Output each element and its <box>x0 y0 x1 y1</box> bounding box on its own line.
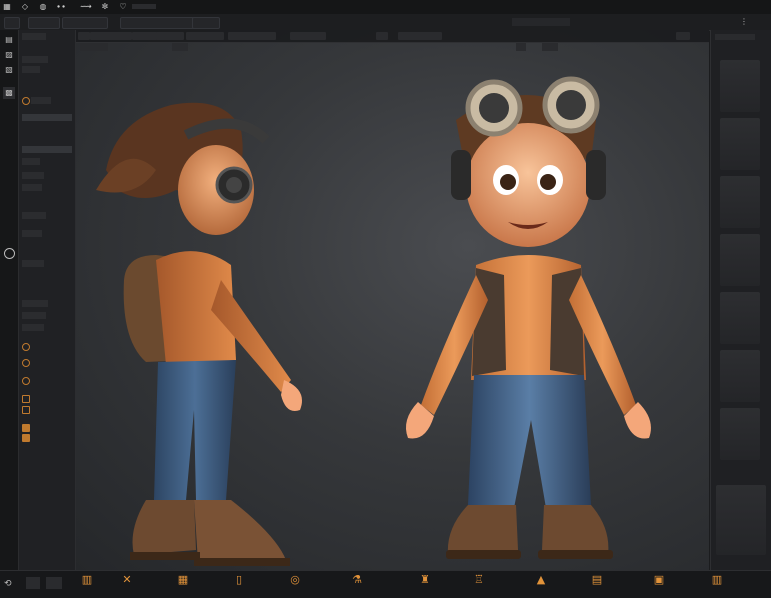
viewport-tab[interactable] <box>186 32 224 40</box>
outliner-row[interactable] <box>22 300 48 307</box>
outliner-header <box>22 33 46 40</box>
sculpt-tool-button[interactable]: ⚗ <box>330 573 384 596</box>
target-tool-button[interactable]: ◎ <box>268 573 322 596</box>
rig-icon: ▥ <box>81 573 93 586</box>
stack-tool-button[interactable]: ▣ <box>632 573 686 596</box>
wand-icon[interactable]: ⟿ <box>78 2 94 12</box>
frame-counter[interactable] <box>192 17 220 29</box>
animation-tool-button[interactable]: ♖ <box>452 573 506 596</box>
asset-thumbnail[interactable] <box>720 292 760 344</box>
outliner-row[interactable] <box>22 184 42 191</box>
orbit-icon[interactable]: ⟲ <box>4 579 12 589</box>
viewport-tab[interactable] <box>90 32 132 40</box>
viewport-tab[interactable] <box>398 32 442 40</box>
viewport-header <box>76 30 709 43</box>
viewport-tab[interactable] <box>156 32 184 40</box>
animation-icon: ♖ <box>474 573 484 586</box>
viewport-tab[interactable] <box>290 32 326 40</box>
asset-thumbnail[interactable] <box>720 60 760 112</box>
object-icon[interactable] <box>22 359 30 367</box>
character-icon: ♜ <box>420 573 430 586</box>
mode-toggle[interactable]: ∙∙ <box>56 2 66 12</box>
doc-icon: ▤ <box>591 573 603 586</box>
character-side-view[interactable] <box>86 80 316 570</box>
viewport-tab[interactable] <box>676 32 690 40</box>
asset-panel-header <box>715 34 755 40</box>
object-icon[interactable] <box>22 406 30 414</box>
menu-bar: ⋮ <box>0 14 771 31</box>
viewport-sub-label <box>172 43 188 51</box>
outliner-row[interactable] <box>22 66 40 73</box>
layers-icon: ▥ <box>711 573 723 586</box>
graph-icon[interactable]: ▨ <box>3 49 15 61</box>
outliner-row-selected[interactable] <box>22 146 72 153</box>
object-icon[interactable] <box>22 395 30 403</box>
scene-icon[interactable]: ▩ <box>3 87 15 99</box>
asset-thumbnail[interactable] <box>720 350 760 402</box>
export-tool-button[interactable]: ▲ <box>514 573 568 596</box>
status-box <box>26 577 40 589</box>
outliner-row[interactable] <box>22 230 42 237</box>
character-front-view[interactable] <box>386 50 676 570</box>
asset-thumbnail[interactable] <box>720 176 760 228</box>
asset-preview[interactable] <box>716 485 766 555</box>
brush-tool-button[interactable]: ▦ <box>156 573 210 596</box>
outliner-row[interactable] <box>22 324 44 331</box>
viewport-tab[interactable] <box>376 32 388 40</box>
heart-icon[interactable]: ♡ <box>118 2 128 12</box>
node-icon[interactable]: ▧ <box>3 64 15 76</box>
menu-item[interactable] <box>28 17 60 29</box>
gear-icon[interactable]: ✼ <box>100 2 110 12</box>
outliner-row[interactable] <box>22 172 44 179</box>
phone-icon: ▯ <box>235 573 243 586</box>
object-icon[interactable] <box>22 343 30 351</box>
phone-tool-button[interactable]: ▯ <box>212 573 266 596</box>
menu-item[interactable] <box>62 17 108 29</box>
target-icon: ◎ <box>290 573 300 586</box>
outliner-panel <box>19 30 76 570</box>
outliner-row[interactable] <box>31 97 51 104</box>
export-icon: ▲ <box>536 573 546 586</box>
diamond-icon[interactable]: ◇ <box>20 2 30 12</box>
viewport-title <box>512 18 570 26</box>
project-title <box>132 4 156 9</box>
window-menu-icon[interactable]: ⋮ <box>740 17 748 27</box>
viewport-tab[interactable] <box>78 32 90 40</box>
asset-panel <box>710 30 771 570</box>
outliner-row[interactable] <box>22 56 48 63</box>
outliner-row[interactable] <box>22 260 44 267</box>
doc-tool-button[interactable]: ▤ <box>570 573 624 596</box>
cross-tool-button[interactable]: ✕ <box>100 573 154 596</box>
menu-toggle[interactable] <box>4 17 20 29</box>
grid-icon[interactable]: ▦ <box>2 2 12 12</box>
palette-icon[interactable]: ◍ <box>38 2 48 12</box>
layers-tool-button[interactable]: ▥ <box>690 573 744 596</box>
viewport-sub-label <box>80 43 108 51</box>
top-bar: ▦ ◇ ◍ ∙∙ ⟿ ✼ ♡ <box>0 0 771 15</box>
menu-item[interactable] <box>120 17 196 29</box>
outliner-row[interactable] <box>22 212 46 219</box>
object-icon[interactable] <box>22 424 30 432</box>
asset-thumbnail[interactable] <box>720 118 760 170</box>
object-icon[interactable] <box>22 97 30 105</box>
brush-icon: ▦ <box>177 573 189 586</box>
circle-select-icon[interactable] <box>4 248 15 259</box>
stack-icon: ▣ <box>653 573 665 586</box>
asset-thumbnail[interactable] <box>720 408 760 460</box>
object-icon[interactable] <box>22 434 30 442</box>
outliner-row-selected[interactable] <box>22 114 72 121</box>
asset-thumbnail[interactable] <box>720 234 760 286</box>
tool-strip: ▤ ▨ ▧ ▩ ⟲ <box>0 30 19 586</box>
outliner-row[interactable] <box>22 312 46 319</box>
sculpt-icon: ⚗ <box>352 573 362 586</box>
cross-tool-icon: ✕ <box>122 573 132 586</box>
viewport[interactable] <box>76 30 709 570</box>
layout-icon[interactable]: ▤ <box>3 34 15 46</box>
viewport-tab[interactable] <box>228 32 276 40</box>
object-icon[interactable] <box>22 377 30 385</box>
outliner-row[interactable] <box>22 158 40 165</box>
character-tool-button[interactable]: ♜ <box>398 573 452 596</box>
bottom-toolbar: ⟲ ▥ ✕ ▦ ▯ ◎ ⚗ ♜ ♖ ▲ ▤ ▣ ▥ <box>0 570 771 598</box>
